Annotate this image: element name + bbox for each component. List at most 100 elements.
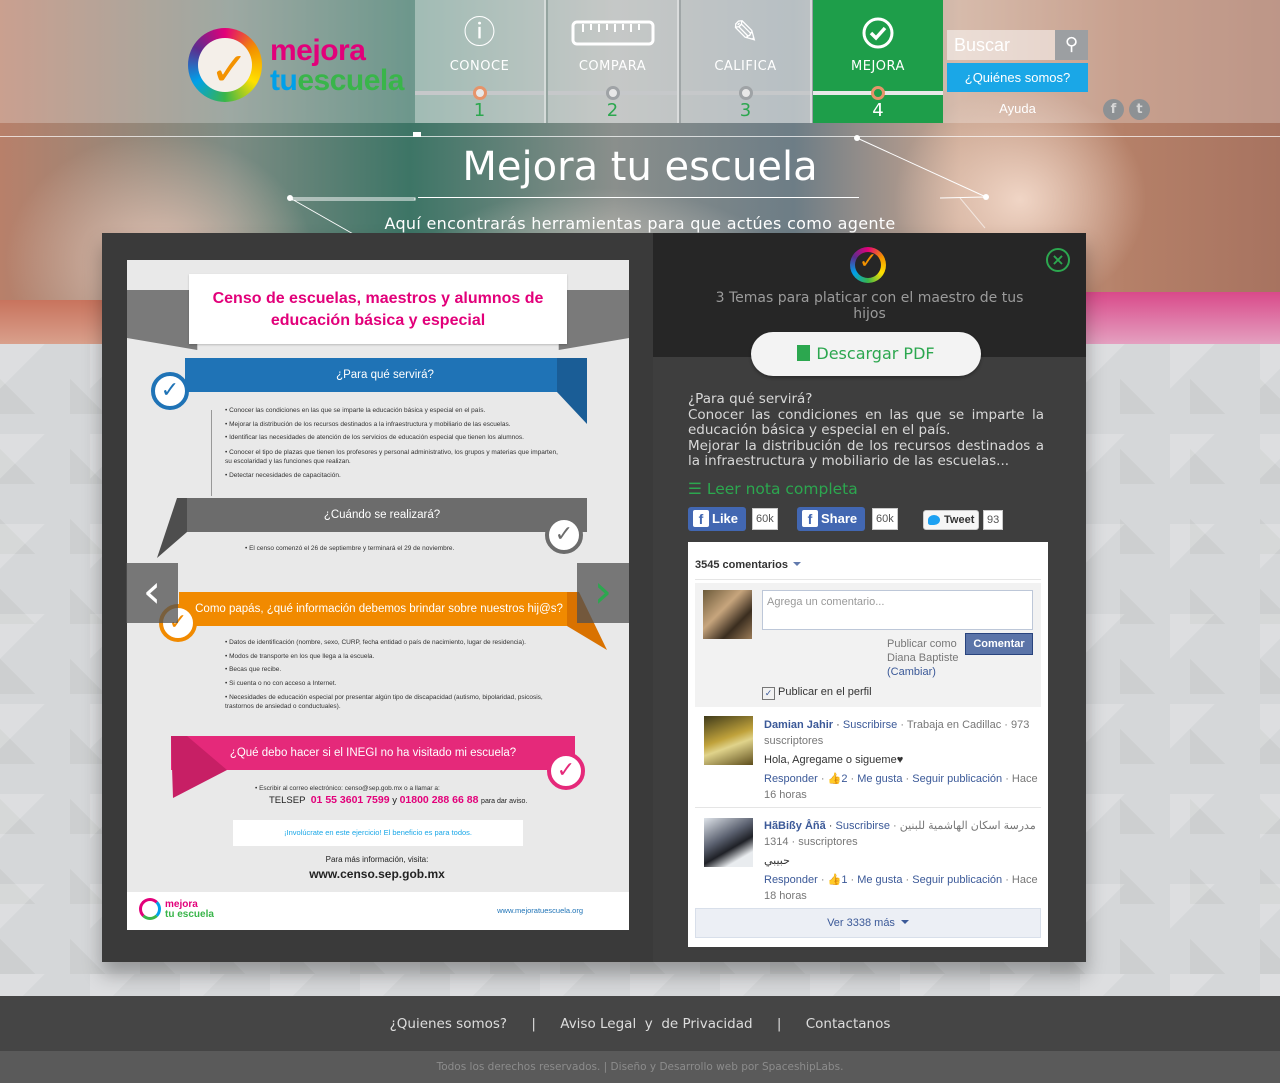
logo-ring-icon: [139, 898, 161, 920]
comment-text: حبيبي: [764, 855, 790, 867]
like-count: 60k: [752, 508, 778, 530]
avatar: [704, 818, 753, 867]
poster-list-q2: El censo comenzó el 26 de septiembre y t…: [245, 542, 565, 556]
check-circle-icon: [813, 14, 943, 57]
footer-separator: |: [531, 1016, 536, 1032]
comment-author[interactable]: Damian Jahir: [764, 719, 833, 731]
twitter-icon[interactable]: t: [1129, 99, 1150, 120]
info-text: ¿Para qué servirá? Conocer las condicion…: [688, 391, 1044, 469]
publicar-perfil-checkbox[interactable]: Publicar en el perfil: [762, 686, 872, 700]
step-number: 4: [872, 100, 884, 121]
facebook-like-button[interactable]: Like: [688, 507, 746, 531]
ver-mas-button[interactable]: Ver 3338 más: [695, 908, 1041, 938]
step-califica[interactable]: ✎ CALIFICA 3: [681, 0, 812, 123]
logo-check-icon: ✓: [210, 42, 249, 96]
poster-ribbon-q1: ¿Para qué servirá?: [185, 358, 585, 392]
step-label: MEJORA: [851, 59, 905, 74]
publicar-como: Publicar como Diana Baptiste (Cambiar): [887, 638, 959, 678]
logo-text-tu-escuela: tuescuela: [270, 64, 404, 97]
logo-text-mejora: mejora: [270, 34, 366, 67]
cambiar-link[interactable]: (Cambiar): [887, 666, 936, 678]
avatar: [704, 716, 753, 765]
step-mejora[interactable]: MEJORA 4: [813, 0, 943, 123]
step-label: CALIFICA: [714, 59, 777, 74]
comments-widget: 3545 comentarios Agrega un comentario...…: [688, 542, 1048, 947]
follow-link[interactable]: Seguir publicación: [912, 773, 1002, 785]
comment-author[interactable]: HãBißy Åñã: [764, 820, 826, 832]
step-number: 1: [473, 100, 486, 121]
search-box: ⚲: [947, 30, 1088, 60]
footer-link-contacto[interactable]: Contactanos: [806, 1016, 891, 1032]
share-count: 60k: [872, 508, 898, 530]
next-arrow-icon[interactable]: ›: [577, 563, 629, 623]
comentar-button[interactable]: Comentar: [965, 633, 1033, 655]
poster-footer: mejora tu escuela www.mejoratuescuela.org: [127, 892, 629, 930]
ruler-icon: [548, 14, 677, 53]
facebook-icon[interactable]: f: [1103, 99, 1124, 120]
pencil-icon: ✎: [732, 13, 759, 51]
content-modal: Censo de escuelas, maestros y alumnos de…: [102, 233, 1086, 962]
poster-ribbon-q3: Como papás, ¿qué información debemos bri…: [179, 592, 579, 626]
tweet-button[interactable]: Tweet: [923, 510, 979, 530]
follow-link[interactable]: Seguir publicación: [912, 874, 1002, 886]
ribbon-fold: [157, 498, 187, 558]
step-label: CONOCE: [449, 59, 510, 74]
search-icon[interactable]: ⚲: [1055, 30, 1088, 60]
avatar: [703, 590, 752, 639]
site-logo[interactable]: ✓ mejora tuescuela: [188, 26, 408, 106]
footer: ¿Quienes somos? | Aviso Legal y de Priva…: [0, 996, 1280, 1051]
poster-image: Censo de escuelas, maestros y alumnos de…: [127, 260, 629, 930]
step-dot: [606, 86, 620, 100]
comment-item: Damian Jahir · Suscribirse · Trabaja en …: [764, 719, 1038, 801]
poster-footer-logo: mejora tu escuela: [165, 899, 214, 920]
tweet-count: 93: [983, 510, 1004, 530]
subscribe-link[interactable]: Suscribirse: [843, 719, 897, 731]
footer-separator: |: [776, 1016, 782, 1032]
footer-link-quienes[interactable]: ¿Quienes somos?: [390, 1016, 508, 1032]
info-pane: ✓ × 3 Temas para platicar con el maestro…: [653, 233, 1086, 962]
poster-list-q3: Datos de identificación (nombre, sexo, C…: [225, 636, 570, 711]
step-dot: [473, 86, 487, 100]
poster-ribbon-q2: ¿Cuándo se realizará?: [177, 498, 587, 532]
step-compara[interactable]: COMPARA 2: [548, 0, 679, 123]
reply-link[interactable]: Responder: [764, 874, 818, 886]
comment-input[interactable]: Agrega un comentario...: [762, 590, 1033, 630]
page-subtitle: Aquí encontrarás herramientas para que a…: [384, 214, 896, 233]
list-icon: ☰: [688, 480, 707, 498]
footer-link-aviso[interactable]: Aviso Legal y de Privacidad: [560, 1016, 752, 1032]
poster-involucrate: ¡Involúcrate en este ejercicio! El benef…: [233, 820, 523, 846]
title-underline: [418, 197, 859, 198]
search-input[interactable]: [947, 30, 1055, 60]
poster-title: Censo de escuelas, maestros y alumnos de…: [212, 290, 544, 329]
poster-pane: Censo de escuelas, maestros y alumnos de…: [102, 233, 653, 962]
prev-arrow-icon[interactable]: ‹: [126, 563, 178, 623]
poster-censo-url: www.censo.sep.gob.mx: [309, 867, 445, 881]
pdf-icon: [797, 345, 811, 361]
comments-count[interactable]: 3545 comentarios: [695, 559, 801, 571]
like-link[interactable]: Me gusta: [857, 773, 902, 785]
download-pdf-button[interactable]: Descargar PDF: [751, 332, 981, 376]
leer-nota-link[interactable]: ☰ Leer nota completa: [688, 480, 858, 498]
quienes-somos-button[interactable]: ¿Quiénes somos?: [947, 63, 1088, 92]
ayuda-link[interactable]: Ayuda: [947, 95, 1088, 123]
close-icon[interactable]: ×: [1046, 248, 1070, 272]
step-dot: [871, 86, 885, 100]
copyright: Todos los derechos reservados. | Diseño …: [0, 1051, 1280, 1083]
poster-list-q1: Conocer las condiciones en las que se im…: [225, 404, 565, 482]
comment-item: HãBißy Åñã · Suscribirse · مدرسة اسكان ا…: [764, 820, 1038, 902]
divider: [695, 579, 1041, 580]
reply-link[interactable]: Responder: [764, 773, 818, 785]
connector-line: [211, 410, 212, 496]
comment-text: Hola, Agregame o sigueme♥: [764, 754, 904, 766]
step-conoce[interactable]: ⓘ CONOCE 1: [415, 0, 546, 123]
facebook-share-button[interactable]: Share: [797, 507, 865, 531]
info-icon: ⓘ: [463, 13, 496, 51]
subscribe-link[interactable]: Suscribirse: [836, 820, 890, 832]
step-number: 2: [606, 100, 619, 121]
like-link[interactable]: Me gusta: [857, 874, 902, 886]
check-icon: ✓: [151, 372, 189, 410]
step-label: COMPARA: [578, 59, 647, 74]
divider: [695, 807, 1041, 808]
footer-links: ¿Quienes somos? | Aviso Legal y de Priva…: [0, 1016, 1280, 1032]
step-number: 3: [739, 100, 752, 121]
